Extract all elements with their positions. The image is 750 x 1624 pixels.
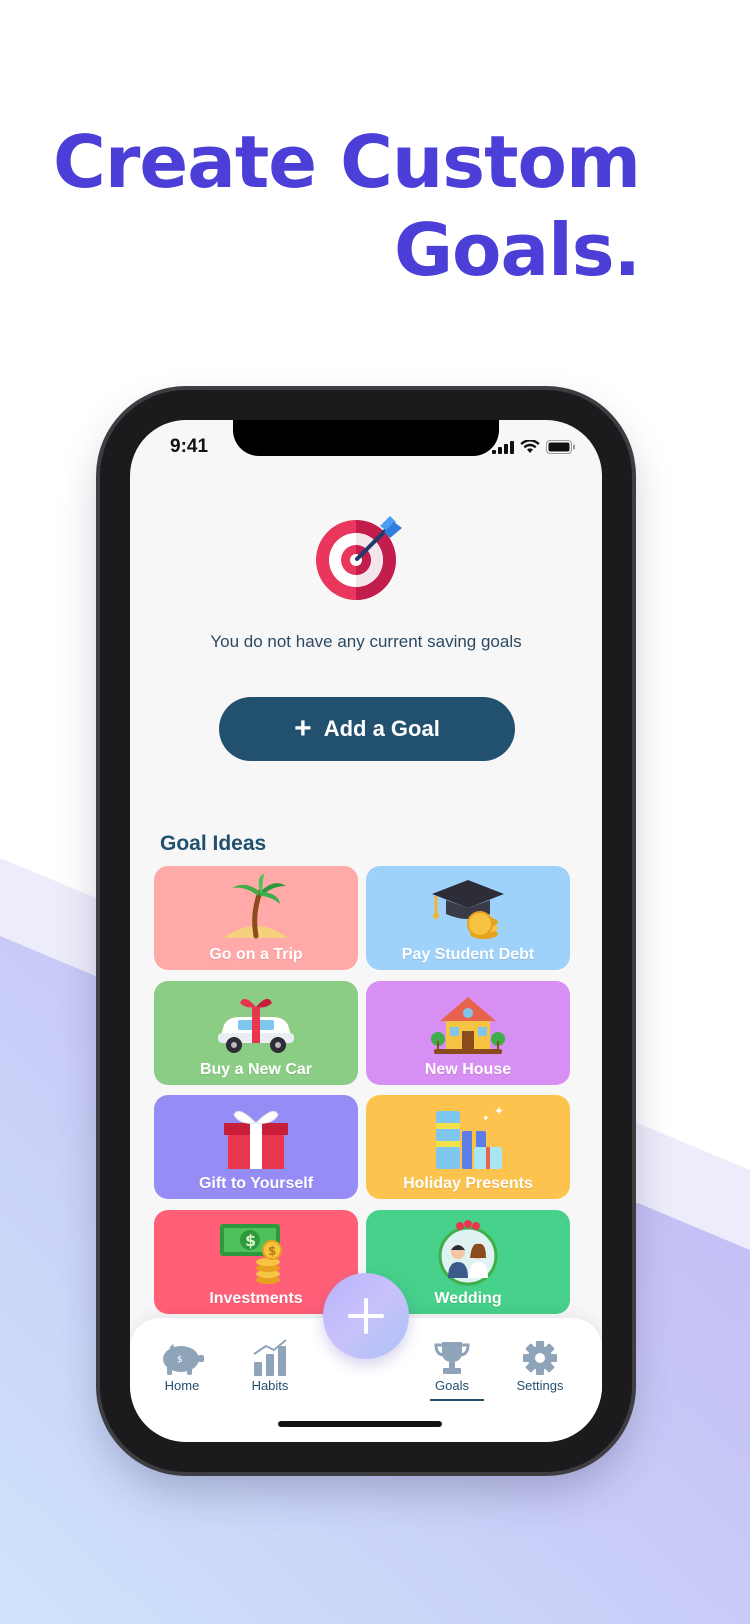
goal-idea-label: New House <box>424 1061 512 1078</box>
goal-idea-card-student-debt[interactable]: Pay Student Debt <box>366 866 570 970</box>
svg-text:✦: ✦ <box>482 1114 490 1124</box>
piggy-bank-icon: $ <box>163 1344 204 1375</box>
notch <box>233 420 499 456</box>
svg-text:$: $ <box>245 1231 256 1250</box>
goal-idea-card-car[interactable]: Buy a New Car <box>154 981 358 1085</box>
gift-car-icon <box>218 998 294 1053</box>
goal-idea-card-house[interactable]: New House <box>366 981 570 1085</box>
battery-icon <box>546 440 575 454</box>
bar-chart-icon <box>253 1339 287 1376</box>
add-goal-label: Add a Goal <box>323 716 440 741</box>
empty-state-message: You do not have any current saving goals <box>210 632 522 651</box>
tab-label: Home <box>164 1378 200 1393</box>
home-indicator <box>278 1421 442 1427</box>
active-tab-indicator <box>430 1399 484 1401</box>
tab-settings[interactable]: Settings <box>500 1338 580 1393</box>
gift-box-icon <box>224 1110 288 1169</box>
money-coins-icon: $ $ <box>220 1224 282 1284</box>
tab-label: Goals <box>435 1378 469 1393</box>
graduation-cap-coins-icon <box>432 880 504 939</box>
svg-text:$: $ <box>268 1244 276 1258</box>
goal-idea-card-trip[interactable]: Go on a Trip <box>154 866 358 970</box>
add-goal-button[interactable]: + Add a Goal <box>219 697 515 761</box>
tab-label: Habits <box>251 1378 289 1393</box>
goal-idea-label: Gift to Yourself <box>198 1175 314 1192</box>
svg-text:$: $ <box>177 1355 183 1365</box>
signal-icon <box>492 441 514 454</box>
wedding-couple-icon <box>438 1220 498 1286</box>
goal-idea-card-holiday[interactable]: ✦ ✦ Holiday Presents <box>366 1095 570 1199</box>
wifi-icon <box>520 440 540 453</box>
tab-habits[interactable]: Habits <box>230 1338 310 1393</box>
goal-idea-card-gift[interactable]: Gift to Yourself <box>154 1095 358 1199</box>
goal-idea-label: Pay Student Debt <box>401 946 535 963</box>
headline-line-1: Create Custom <box>53 120 641 204</box>
headline: Create Custom Goals. <box>53 118 641 294</box>
house-icon <box>431 997 505 1054</box>
svg-text:✦: ✦ <box>494 1104 504 1118</box>
gear-icon <box>523 1341 557 1375</box>
status-time: 9:41 <box>170 436 209 457</box>
presents-icon: ✦ ✦ <box>436 1104 504 1169</box>
tab-label: Settings <box>516 1378 564 1393</box>
plus-icon: + <box>294 712 312 745</box>
headline-line-2: Goals. <box>393 208 641 292</box>
goal-idea-label: Buy a New Car <box>199 1061 313 1078</box>
phone-screen: 9:41 You do not have any current saving … <box>130 420 602 1442</box>
status-icons <box>492 440 576 454</box>
palm-island-icon <box>224 874 288 939</box>
goal-idea-label: Go on a Trip <box>209 946 303 963</box>
tab-goals[interactable]: Goals <box>412 1338 492 1401</box>
goal-idea-label: Holiday Presents <box>403 1175 533 1192</box>
plus-icon <box>348 1298 384 1334</box>
add-fab-button[interactable] <box>323 1273 409 1359</box>
target-icon <box>316 516 402 600</box>
goal-ideas-title: Goal Ideas <box>160 832 267 855</box>
tab-home[interactable]: $ Home <box>142 1338 222 1393</box>
trophy-icon <box>434 1342 470 1374</box>
